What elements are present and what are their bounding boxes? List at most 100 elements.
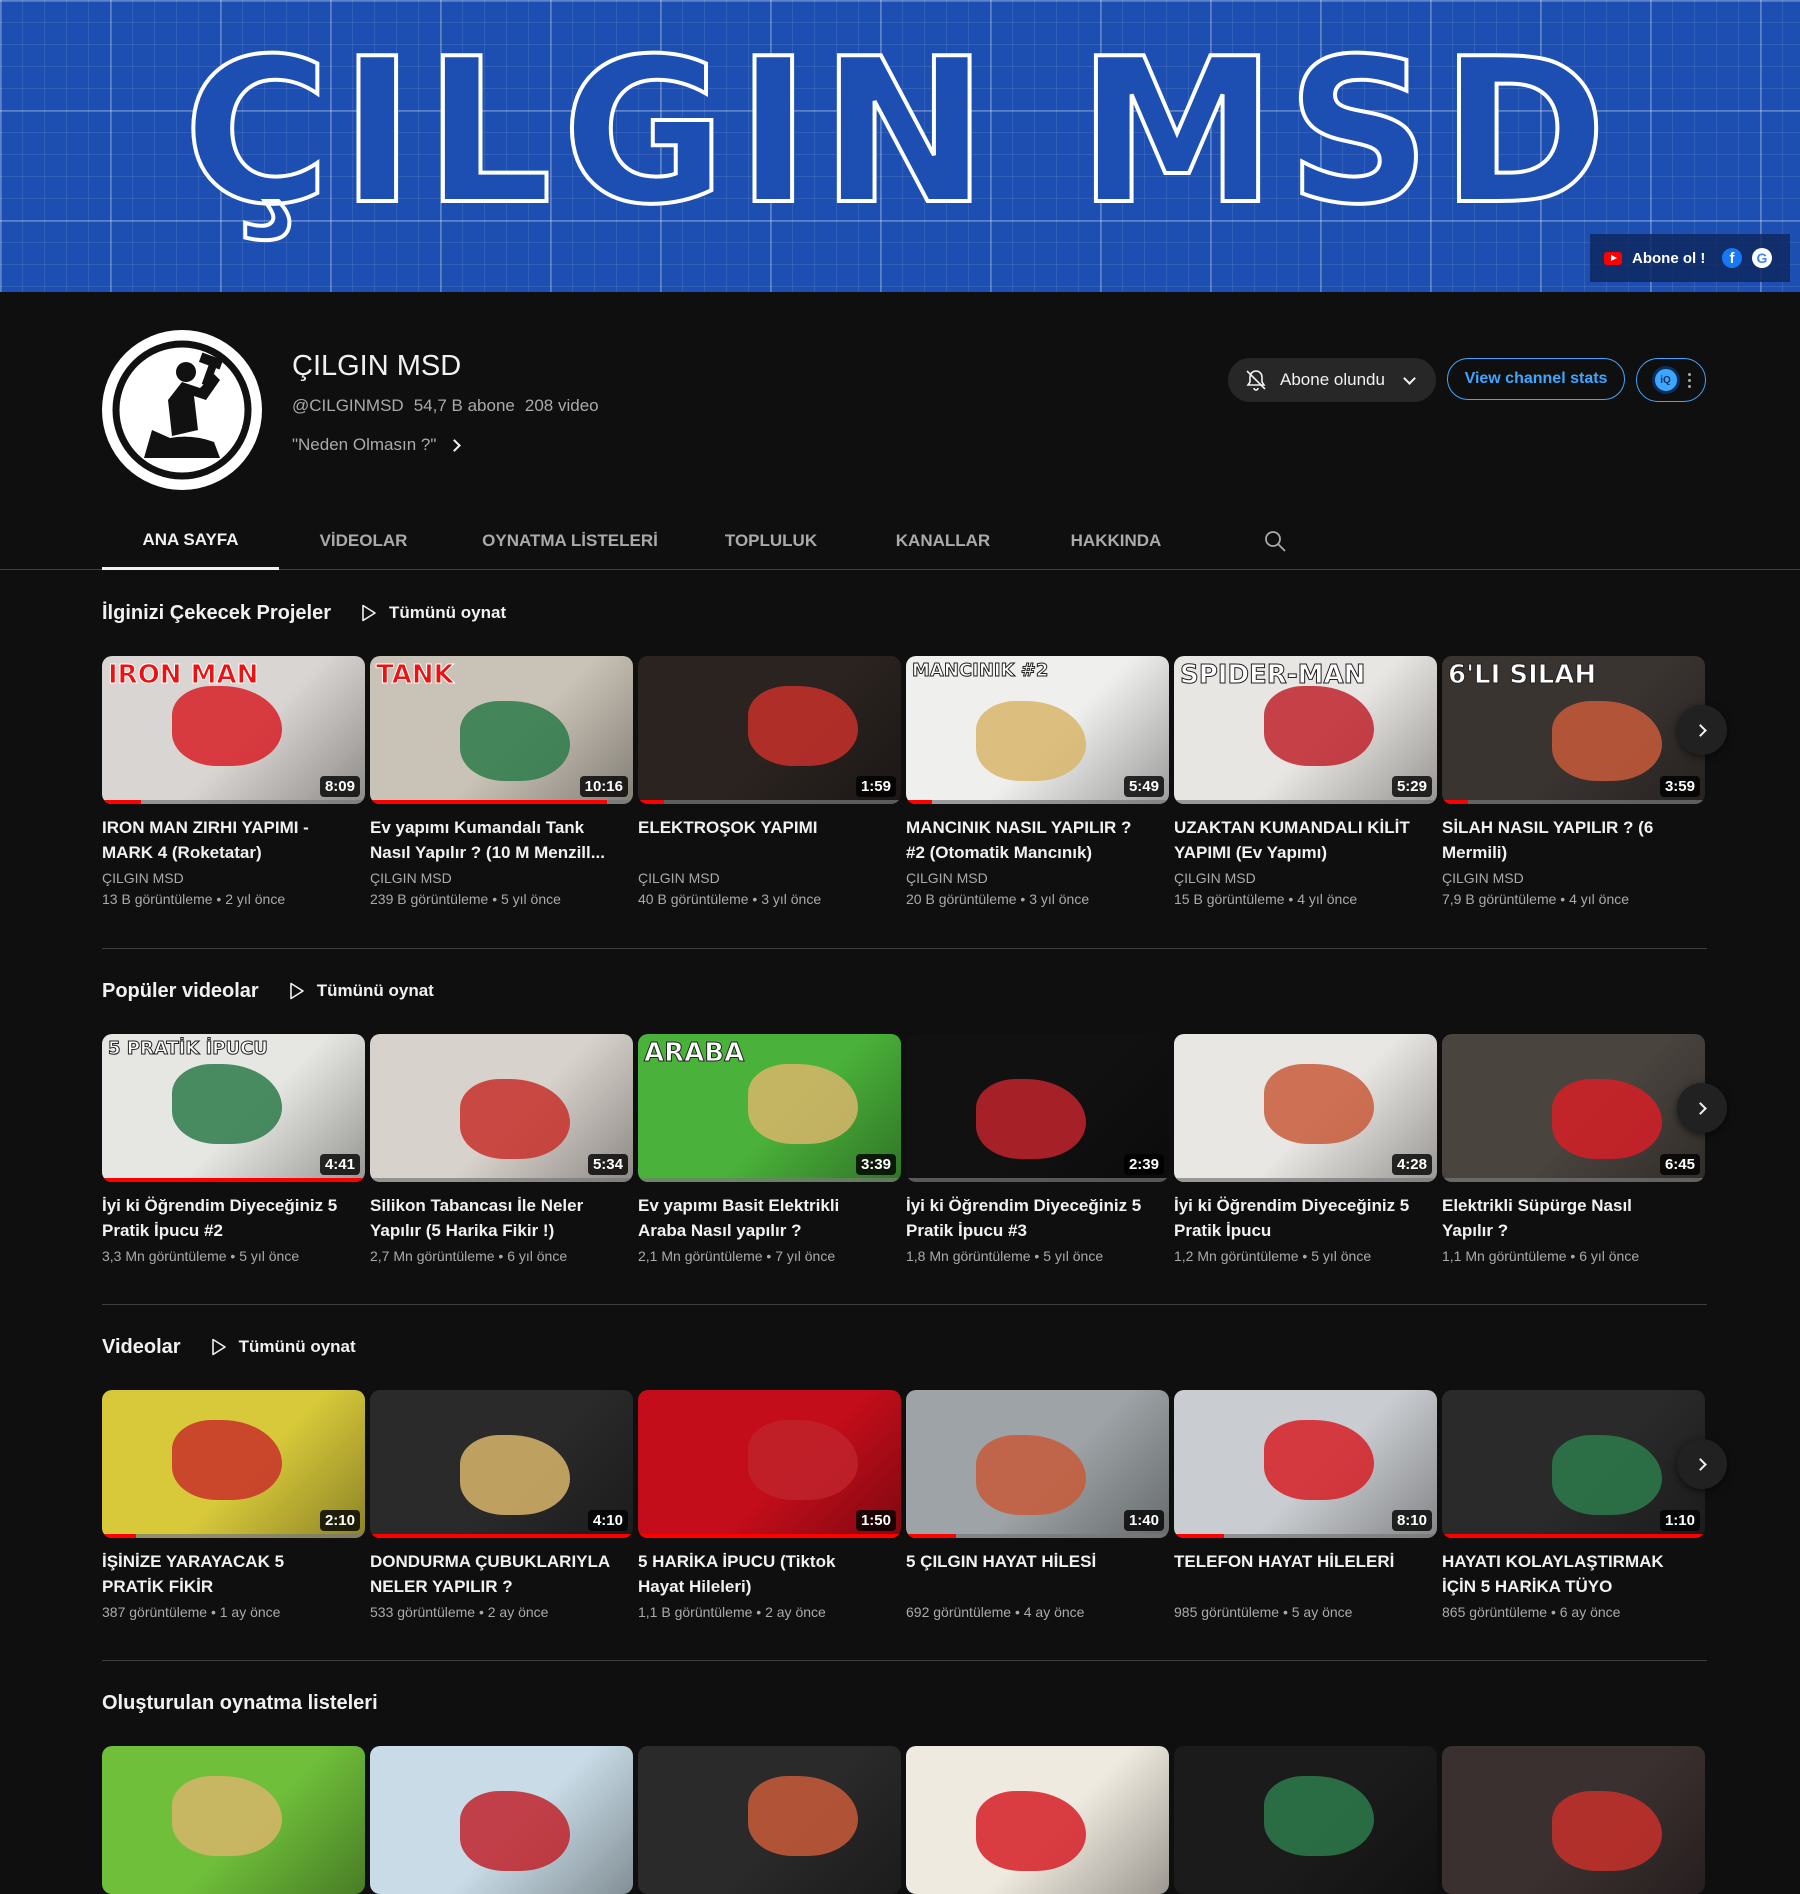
video-card[interactable]: 4:10 DONDURMA ÇUBUKLARIYLA NELER YAPILIR … [370, 1390, 633, 1620]
play-all-button[interactable]: Tümünü oynat [211, 1337, 356, 1357]
video-thumbnail[interactable]: 8:10 [1174, 1390, 1437, 1538]
video-card[interactable]: MANCINIK #2 5:49 MANCINIK NASIL YAPILIR ? … [906, 656, 1169, 907]
video-card[interactable]: 1:10 HAYATI KOLAYLAŞTIRMAK İÇİN 5 HARİKA … [1442, 1390, 1705, 1620]
video-card[interactable]: ARABA 3:39 Ev yapımı Basit Elektrikli Arab… [638, 1034, 901, 1264]
video-thumbnail[interactable]: 1:40 [906, 1390, 1169, 1538]
video-card[interactable]: 4:28 İyi ki Öğrendim Diyeceğiniz 5 Pratik… [1174, 1034, 1437, 1264]
video-title[interactable]: DONDURMA ÇUBUKLARIYLA NELER YAPILIR ? [370, 1549, 633, 1599]
thumbnail-object [460, 1435, 570, 1515]
channel-description[interactable]: "Neden Olmasın ?" [292, 435, 462, 455]
video-thumbnail[interactable]: IRON MAN 8:09 [102, 656, 365, 804]
video-thumbnail[interactable]: 4:10 [370, 1390, 633, 1538]
video-title[interactable]: 5 ÇILGIN HAYAT HİLESİ [906, 1549, 1169, 1599]
video-card[interactable]: IRON MAN 8:09 IRON MAN ZIRHI YAPIMI - MARK… [102, 656, 365, 907]
shelf-title[interactable]: İlginizi Çekecek Projeler [102, 602, 331, 625]
video-thumbnail[interactable] [370, 1746, 633, 1894]
video-thumbnail[interactable]: 5:34 [370, 1034, 633, 1182]
carousel-next-button[interactable] [1677, 1083, 1727, 1133]
video-thumbnail[interactable]: 1:59 [638, 656, 901, 804]
video-card[interactable]: TANK 10:16 Ev yapımı Kumandalı Tank Nasıl … [370, 656, 633, 907]
video-card[interactable]: 1:40 5 ÇILGIN HAYAT HİLESİ 692 görüntüleme… [906, 1390, 1169, 1620]
subscribed-button[interactable]: Abone olundu [1228, 358, 1436, 402]
video-title[interactable]: ELEKTROŞOK YAPIMI [638, 815, 901, 865]
video-thumbnail[interactable]: 6'LI SILAH 3:59 [1442, 656, 1705, 804]
video-title[interactable]: SİLAH NASIL YAPILIR ? (6 Mermili) [1442, 815, 1705, 865]
video-card[interactable] [370, 1746, 633, 1894]
video-card[interactable] [102, 1746, 365, 1894]
video-card[interactable] [1442, 1746, 1705, 1894]
video-card[interactable]: 5 PRATİK İPUCU 4:41 İyi ki Öğrendim Diyece… [102, 1034, 365, 1264]
more-options-icon[interactable] [1687, 372, 1691, 388]
video-channel-name[interactable]: ÇILGIN MSD [102, 870, 365, 886]
channel-avatar[interactable] [102, 330, 262, 490]
video-card[interactable]: 6'LI SILAH 3:59 SİLAH NASIL YAPILIR ? (6 M… [1442, 656, 1705, 907]
video-thumbnail[interactable] [906, 1746, 1169, 1894]
search-icon[interactable] [1264, 530, 1286, 552]
video-thumbnail[interactable]: 2:39 [906, 1034, 1169, 1182]
video-title[interactable]: Silikon Tabancası İle Neler Yapılır (5 H… [370, 1193, 633, 1243]
shelf-title[interactable]: Videolar [102, 1336, 181, 1359]
video-thumbnail[interactable] [102, 1746, 365, 1894]
video-thumbnail[interactable] [1442, 1746, 1705, 1894]
video-thumbnail[interactable]: MANCINIK #2 5:49 [906, 656, 1169, 804]
video-channel-name[interactable]: ÇILGIN MSD [1442, 870, 1705, 886]
video-thumbnail[interactable]: 5 PRATİK İPUCU 4:41 [102, 1034, 365, 1182]
video-thumbnail[interactable] [1174, 1746, 1437, 1894]
tab-home[interactable]: ANA SAYFA [102, 512, 279, 570]
video-card[interactable]: 2:39 İyi ki Öğrendim Diyeceğiniz 5 Pratik… [906, 1034, 1169, 1264]
video-channel-name[interactable]: ÇILGIN MSD [638, 870, 901, 886]
youtube-icon[interactable] [1604, 251, 1622, 265]
video-card[interactable]: 8:10 TELEFON HAYAT HİLELERİ 985 görüntülem… [1174, 1390, 1437, 1620]
google-icon[interactable]: G [1752, 248, 1772, 268]
shelf-title[interactable]: Popüler videolar [102, 980, 259, 1003]
play-all-button[interactable]: Tümünü oynat [289, 981, 434, 1001]
video-thumbnail[interactable]: TANK 10:16 [370, 656, 633, 804]
tab-about[interactable]: HAKKINDA [1036, 512, 1196, 570]
video-thumbnail[interactable]: ARABA 3:39 [638, 1034, 901, 1182]
video-title[interactable]: İyi ki Öğrendim Diyeceğiniz 5 Pratik İpu… [1174, 1193, 1437, 1243]
carousel-next-button[interactable] [1677, 705, 1727, 755]
video-channel-name[interactable]: ÇILGIN MSD [906, 870, 1169, 886]
video-title[interactable]: UZAKTAN KUMANDALI KİLİT YAPIMI (Ev Yapım… [1174, 815, 1437, 865]
video-title[interactable]: İŞİNİZE YARAYACAK 5 PRATİK FİKİR [102, 1549, 365, 1599]
carousel-next-button[interactable] [1677, 1439, 1727, 1489]
video-title[interactable]: MANCINIK NASIL YAPILIR ? #2 (Otomatik Ma… [906, 815, 1169, 865]
banner-subscribe-link[interactable]: Abone ol ! [1632, 250, 1712, 267]
video-title[interactable]: Ev yapımı Basit Elektrikli Araba Nasıl y… [638, 1193, 901, 1243]
video-channel-name[interactable]: ÇILGIN MSD [1174, 870, 1437, 886]
video-card[interactable] [638, 1746, 901, 1894]
video-thumbnail[interactable]: 1:10 [1442, 1390, 1705, 1538]
tab-community[interactable]: TOPLULUK [692, 512, 850, 570]
video-card[interactable]: 5:34 Silikon Tabancası İle Neler Yapılır … [370, 1034, 633, 1264]
video-thumbnail[interactable]: 4:28 [1174, 1034, 1437, 1182]
video-card[interactable]: 1:59 ELEKTROŞOK YAPIMI ÇILGIN MSD 40 B görü… [638, 656, 901, 907]
view-channel-stats-button[interactable]: View channel stats [1447, 358, 1625, 400]
video-title[interactable]: Ev yapımı Kumandalı Tank Nasıl Yapılır ?… [370, 815, 633, 865]
video-thumbnail[interactable]: 1:50 [638, 1390, 901, 1538]
video-thumbnail[interactable]: SPIDER-MAN 5:29 [1174, 656, 1437, 804]
facebook-icon[interactable]: f [1722, 248, 1742, 268]
video-card[interactable] [906, 1746, 1169, 1894]
video-card[interactable]: 6:45 Elektrikli Süpürge Nasıl Yapılır ? 1,… [1442, 1034, 1705, 1264]
video-card[interactable]: 2:10 İŞİNİZE YARAYACAK 5 PRATİK FİKİR 387 … [102, 1390, 365, 1620]
video-title[interactable]: TELEFON HAYAT HİLELERİ [1174, 1549, 1437, 1599]
video-thumbnail[interactable]: 6:45 [1442, 1034, 1705, 1182]
shelf-title[interactable]: Oluşturulan oynatma listeleri [102, 1692, 378, 1715]
video-thumbnail[interactable]: 2:10 [102, 1390, 365, 1538]
video-card[interactable]: 1:50 5 HARİKA İPUCU (Tiktok Hayat Hileler… [638, 1390, 901, 1620]
video-title[interactable]: İyi ki Öğrendim Diyeceğiniz 5 Pratik İpu… [102, 1193, 365, 1243]
video-card[interactable] [1174, 1746, 1437, 1894]
video-thumbnail[interactable] [638, 1746, 901, 1894]
tab-channels[interactable]: KANALLAR [850, 512, 1036, 570]
video-title[interactable]: İyi ki Öğrendim Diyeceğiniz 5 Pratik İpu… [906, 1193, 1169, 1243]
play-all-button[interactable]: Tümünü oynat [361, 603, 506, 623]
video-title[interactable]: 5 HARİKA İPUCU (Tiktok Hayat Hileleri) [638, 1549, 901, 1599]
video-title[interactable]: IRON MAN ZIRHI YAPIMI - MARK 4 (Roketata… [102, 815, 365, 865]
tab-playlists[interactable]: OYNATMA LİSTELERİ [448, 512, 692, 570]
video-card[interactable]: SPIDER-MAN 5:29 UZAKTAN KUMANDALI KİLİT YA… [1174, 656, 1437, 907]
video-title[interactable]: Elektrikli Süpürge Nasıl Yapılır ? [1442, 1193, 1705, 1243]
extension-button[interactable]: iQ [1636, 358, 1706, 402]
tab-videos[interactable]: VİDEOLAR [279, 512, 448, 570]
video-title[interactable]: HAYATI KOLAYLAŞTIRMAK İÇİN 5 HARİKA TÜYO [1442, 1549, 1705, 1599]
video-channel-name[interactable]: ÇILGIN MSD [370, 870, 633, 886]
